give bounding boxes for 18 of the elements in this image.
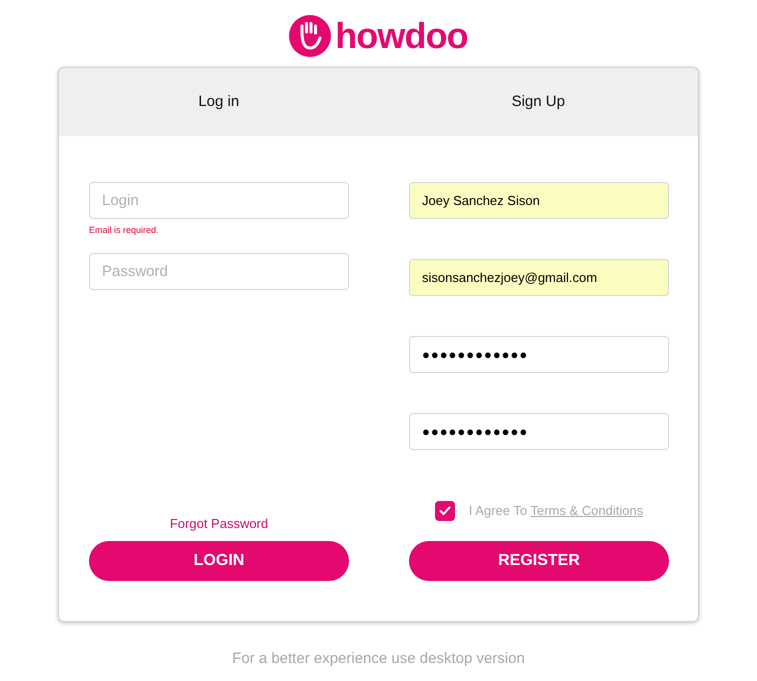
tab[interactable]: Log in (59, 68, 378, 136)
hand-logo-icon (289, 15, 332, 57)
tab[interactable]: Sign Up (378, 68, 698, 136)
forgot-password-link[interactable]: Forgot Password (170, 514, 268, 533)
footer-note: For a better experience use desktop version (232, 649, 525, 669)
logo-wordmark: howdoo (335, 18, 468, 54)
input-field[interactable]: Login (89, 182, 349, 219)
input-field[interactable]: ●●●●●●●●●●●● (409, 413, 669, 450)
error-message: Email is required. (89, 224, 160, 236)
agree-checkbox[interactable] (434, 501, 455, 521)
input-field[interactable]: Password (89, 253, 349, 290)
input-field[interactable]: Joey Sanchez Sison (409, 182, 669, 219)
input-field[interactable]: ●●●●●●●●●●●● (409, 336, 669, 373)
register-button[interactable]: REGISTER (409, 541, 669, 581)
login-button[interactable]: LOGIN (89, 541, 349, 581)
check-icon (438, 506, 451, 516)
input-field[interactable]: sisonsanchezjoey@gmail.com (409, 259, 669, 296)
agree-label: I Agree To (468, 503, 528, 518)
